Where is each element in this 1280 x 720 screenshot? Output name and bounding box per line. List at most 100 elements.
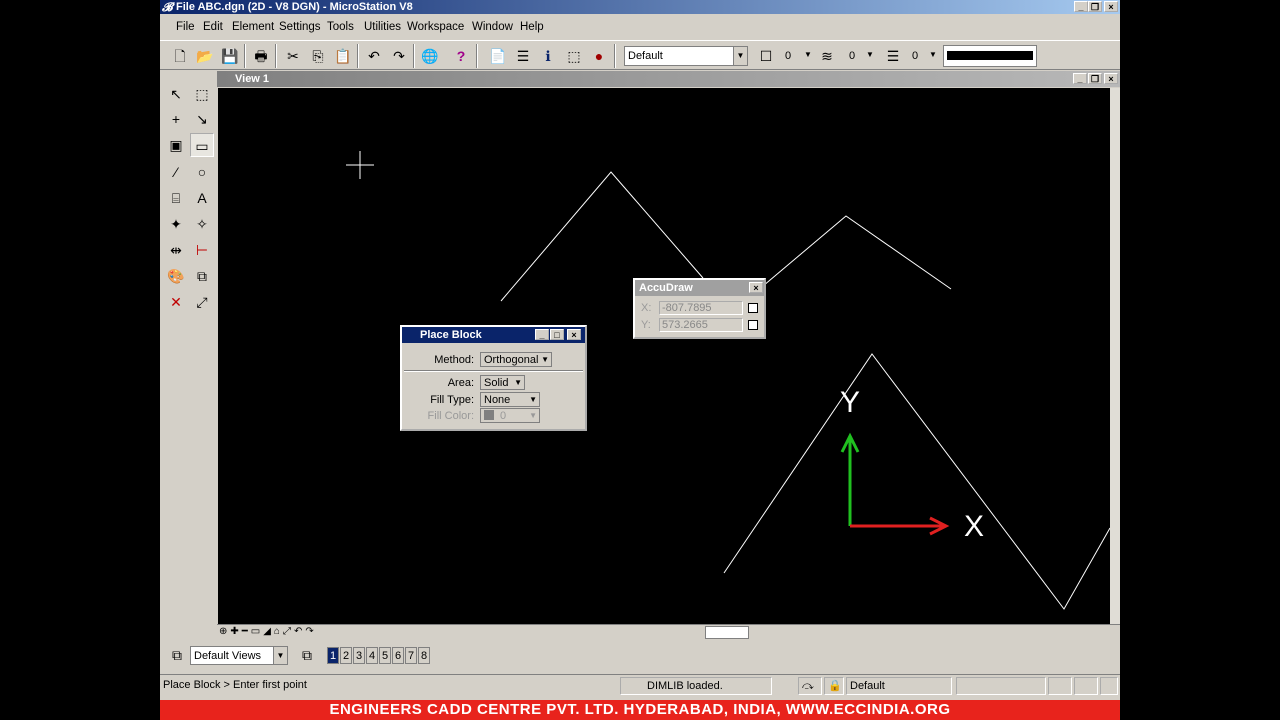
axis-y-label: Y [840,386,861,419]
view-title-bar: View 1 _ ❐ × [217,71,1120,87]
area-dropdown[interactable]: Solid ▼ [480,375,525,390]
active-weight-preview[interactable] [943,45,1037,67]
fill-type-dropdown[interactable]: None ▼ [480,392,540,407]
modify-icon[interactable]: ✦ [164,212,188,236]
references-icon[interactable]: 📄 [487,45,509,67]
menu-utilities[interactable]: Utilities [364,21,401,33]
delete-icon[interactable]: ✕ [164,290,188,314]
close-button[interactable]: × [1104,1,1118,12]
view-window-icon[interactable]: ⧉ [296,644,318,666]
view-close-button[interactable]: × [1104,73,1118,84]
drawing-canvas[interactable]: Y X [218,88,1111,624]
menu-edit[interactable]: Edit [203,21,223,33]
undo-icon[interactable]: ↶ [363,45,385,67]
view-maximize-button[interactable]: ❐ [1088,73,1102,84]
lock-icon[interactable]: 🔒 [824,677,844,695]
text-icon[interactable]: A [190,186,214,210]
change-attributes-icon[interactable]: 🎨 [164,264,188,288]
menu-window[interactable]: Window [472,21,513,33]
dialog-minimize-button[interactable]: _ [535,329,549,340]
view-7-button[interactable]: 7 [405,647,417,664]
chevron-down-icon[interactable]: ▼ [733,47,747,65]
level-combo[interactable]: Default ▼ [624,46,748,66]
view-8-button[interactable]: 8 [418,647,430,664]
method-dropdown[interactable]: Orthogonal ▼ [480,352,552,367]
level-combo-value: Default [628,50,663,62]
redo-icon[interactable]: ↷ [388,45,410,67]
print-icon[interactable]: 🖶 [250,45,272,67]
record-icon[interactable]: ● [588,45,610,67]
institute-banner: ENGINEERS CADD CENTRE PVT. LTD. HYDERABA… [160,700,1120,720]
snap-mode-icon[interactable]: ⤼ [798,677,822,695]
paste-icon[interactable]: 📋 [332,45,354,67]
maximize-button[interactable]: ❐ [1088,1,1102,12]
dialog-close-button[interactable]: × [567,329,581,340]
accudraw-x-field[interactable]: -807.7895 [659,301,743,315]
copy-element-icon[interactable]: ⧉ [190,264,214,288]
copy-icon[interactable]: ⎘ [307,45,329,67]
view-groups-combo[interactable]: Default Views ▼ [190,646,288,665]
new-file-icon[interactable]: 🗋 [169,45,191,67]
globe-icon[interactable]: 🌐 [419,45,441,67]
chevron-down-icon[interactable]: ▼ [929,50,937,59]
view-1-button[interactable]: 1 [327,647,339,664]
place-block-icon[interactable]: ▭ [190,133,214,157]
menu-workspace[interactable]: Workspace [407,21,464,33]
cell-icon[interactable]: ▣ [164,133,188,157]
title-bar: 𝓑 File ABC.dgn (2D - V8 DGN) - MicroStat… [160,0,1120,14]
view-4-button[interactable]: 4 [366,647,378,664]
menu-help[interactable]: Help [520,21,544,33]
horizontal-scroll-thumb[interactable] [705,626,749,639]
view-vertical-scrollbar[interactable] [1110,88,1120,624]
fill-color-value: 0 [500,410,507,422]
accudraw-close-button[interactable]: × [749,282,763,293]
measure-icon[interactable]: ↘ [190,107,214,131]
microstation-window: 𝓑 File ABC.dgn (2D - V8 DGN) - MicroStat… [160,0,1120,720]
view-6-button[interactable]: 6 [392,647,404,664]
chevron-down-icon[interactable]: ▼ [866,50,874,59]
style-value[interactable]: 0 [849,50,855,62]
menu-settings[interactable]: Settings [279,21,321,33]
view-2-button[interactable]: 2 [340,647,352,664]
cut-icon[interactable]: ✂ [282,45,304,67]
chevron-down-icon[interactable]: ▼ [804,50,812,59]
toolbar-separator [357,44,359,68]
circle-icon[interactable]: ○ [190,160,214,184]
menu-file[interactable]: File [176,21,195,33]
menu-tools[interactable]: Tools [327,21,354,33]
view-controls[interactable]: ⊕✚━▭◢⌂⤢↶↷ [219,626,317,637]
line-weight-icon[interactable]: ☰ [882,45,904,67]
open-folder-icon[interactable]: 📂 [194,45,216,67]
status-message: DIMLIB loaded. [620,677,772,695]
color-swatch-icon[interactable]: ☐ [755,45,777,67]
view-5-button[interactable]: 5 [379,647,391,664]
point-icon[interactable]: + [164,107,188,131]
chevron-down-icon[interactable]: ▼ [273,647,287,664]
save-icon[interactable]: 💾 [219,45,241,67]
menu-element[interactable]: Element [232,21,274,33]
view-minimize-button[interactable]: _ [1073,73,1087,84]
color-value[interactable]: 0 [785,50,791,62]
patterning-icon[interactable]: ⌸ [164,186,188,210]
view-3-button[interactable]: 3 [353,647,365,664]
fence-icon[interactable]: ⬚ [190,82,214,106]
info-icon[interactable]: ℹ [537,45,559,67]
snap-icon[interactable]: ✧ [190,212,214,236]
accudraw-y-lock-checkbox[interactable] [748,320,758,330]
dialog-maximize-button[interactable]: □ [550,329,564,340]
view-control-icon[interactable]: ⤢ [190,290,214,314]
dimension-icon[interactable]: ⇹ [164,238,188,262]
accudraw-x-lock-checkbox[interactable] [748,303,758,313]
dimension-size-icon[interactable]: ⊢ [190,238,214,262]
help-icon[interactable]: ? [450,45,472,67]
accudraw-y-field[interactable]: 573.2665 [659,318,743,332]
weight-value[interactable]: 0 [912,50,918,62]
tentative-icon[interactable]: ⬚ [563,45,585,67]
levels-icon[interactable]: ☰ [512,45,534,67]
line-icon[interactable]: ⁄ [164,160,188,184]
select-arrow-icon[interactable]: ↖ [164,82,188,106]
line-style-icon[interactable]: ≋ [816,45,838,67]
fill-type-value: None [484,394,511,406]
minimize-button[interactable]: _ [1074,1,1088,12]
view-groups-icon[interactable]: ⧉ [166,644,188,666]
